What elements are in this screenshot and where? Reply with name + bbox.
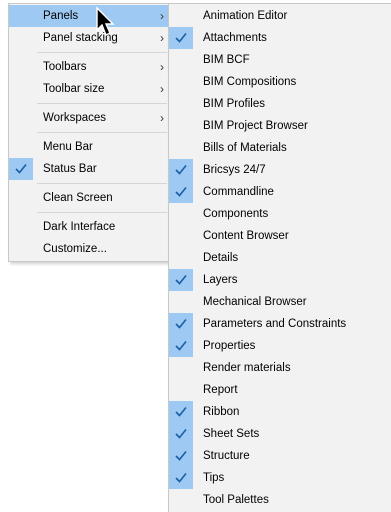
check-icon xyxy=(169,313,193,335)
panel-item-ribbon[interactable]: Ribbon xyxy=(169,401,391,423)
check-icon xyxy=(169,401,193,423)
panel-item-bricsys-24-7[interactable]: Bricsys 24/7 xyxy=(169,159,391,181)
menu-item-label: Render materials xyxy=(203,362,291,374)
menu-separator xyxy=(37,52,167,53)
menu-item-label: Properties xyxy=(203,340,256,352)
menu-item-status-bar[interactable]: Status Bar xyxy=(9,158,168,180)
menu-item-panel-stacking[interactable]: Panel stacking › xyxy=(9,27,168,49)
check-icon xyxy=(169,27,193,49)
panel-item-render-materials[interactable]: Render materials xyxy=(169,357,391,379)
menu-item-label: Details xyxy=(203,252,239,264)
panel-item-commandline[interactable]: Commandline xyxy=(169,181,391,203)
menu-item-label: Attachments xyxy=(203,32,267,44)
panel-item-bim-project-browser[interactable]: BIM Project Browser xyxy=(169,115,391,137)
menu-item-label: Ribbon xyxy=(203,406,240,418)
check-icon xyxy=(9,158,33,180)
menu-item-label: BIM Project Browser xyxy=(203,120,308,132)
menu-item-label: BIM Compositions xyxy=(203,76,297,88)
menu-item-label: Content Browser xyxy=(203,230,289,242)
panel-item-bim-profiles[interactable]: BIM Profiles xyxy=(169,93,391,115)
menu-item-label: Layers xyxy=(203,274,238,286)
menu-item-label: Toolbars xyxy=(43,61,87,73)
panel-item-content-browser[interactable]: Content Browser xyxy=(169,225,391,247)
menu-item-label: Mechanical Browser xyxy=(203,296,307,308)
menu-item-workspaces[interactable]: Workspaces › xyxy=(9,107,168,129)
menu-item-menu-bar[interactable]: Menu Bar xyxy=(9,136,168,158)
check-icon xyxy=(169,269,193,291)
check-icon xyxy=(169,423,193,445)
menu-separator xyxy=(37,132,167,133)
menu-item-toolbar-size[interactable]: Toolbar size › xyxy=(9,78,168,100)
panel-item-bills-of-materials[interactable]: Bills of Materials xyxy=(169,137,391,159)
menu-separator xyxy=(37,103,167,104)
menu-item-label: BIM BCF xyxy=(203,54,250,66)
panel-item-properties[interactable]: Properties xyxy=(169,335,391,357)
menu-item-label: Sheet Sets xyxy=(203,428,260,440)
menu-item-label: Bricsys 24/7 xyxy=(203,164,266,176)
menu-item-label: Tips xyxy=(203,472,225,484)
panel-item-bim-bcf[interactable]: BIM BCF xyxy=(169,49,391,71)
check-icon xyxy=(169,335,193,357)
view-context-menu: Panels › Panel stacking › Toolbars › Toolbar s… xyxy=(8,3,169,262)
panels-submenu: Animation Editor Attachments BIM BCF BIM Co… xyxy=(168,3,391,512)
menu-item-label: Parameters and Constraints xyxy=(203,318,347,330)
panel-item-layers[interactable]: Layers xyxy=(169,269,391,291)
chevron-right-icon: › xyxy=(160,31,164,45)
menu-item-label: Animation Editor xyxy=(203,10,288,22)
menu-item-label: Clean Screen xyxy=(43,192,113,204)
panel-item-report[interactable]: Report xyxy=(169,379,391,401)
chevron-right-icon: › xyxy=(160,82,164,96)
check-icon xyxy=(169,467,193,489)
menu-item-clean-screen[interactable]: Clean Screen xyxy=(9,187,168,209)
menu-item-label: BIM Profiles xyxy=(203,98,265,110)
menu-item-label: Customize... xyxy=(43,243,107,255)
menu-item-label: Panels xyxy=(43,10,79,22)
panel-item-components[interactable]: Components xyxy=(169,203,391,225)
menu-item-label: Dark Interface xyxy=(43,221,116,233)
menu-item-customize[interactable]: Customize... xyxy=(9,238,168,260)
chevron-right-icon: › xyxy=(160,111,164,125)
menu-item-label: Panel stacking xyxy=(43,32,118,44)
check-icon xyxy=(169,445,193,467)
menu-item-dark-interface[interactable]: Dark Interface xyxy=(9,216,168,238)
panel-item-animation-editor[interactable]: Animation Editor xyxy=(169,5,391,27)
panel-item-tips[interactable]: Tips xyxy=(169,467,391,489)
menu-item-label: Workspaces xyxy=(43,112,107,124)
menu-separator xyxy=(37,183,167,184)
panel-item-mechanical-browser[interactable]: Mechanical Browser xyxy=(169,291,391,313)
menu-item-label: Menu Bar xyxy=(43,141,93,153)
check-icon xyxy=(169,159,193,181)
menu-item-label: Tool Palettes xyxy=(203,494,269,506)
panel-item-attachments[interactable]: Attachments xyxy=(169,27,391,49)
chevron-right-icon: › xyxy=(160,60,164,74)
menu-item-toolbars[interactable]: Toolbars › xyxy=(9,56,168,78)
chevron-right-icon: › xyxy=(160,9,164,23)
menu-item-label: Status Bar xyxy=(43,163,97,175)
menu-item-panels[interactable]: Panels › xyxy=(9,5,168,27)
panel-item-bim-compositions[interactable]: BIM Compositions xyxy=(169,71,391,93)
panel-item-structure[interactable]: Structure xyxy=(169,445,391,467)
panel-item-details[interactable]: Details xyxy=(169,247,391,269)
menu-item-label: Bills of Materials xyxy=(203,142,287,154)
panel-item-sheet-sets[interactable]: Sheet Sets xyxy=(169,423,391,445)
panel-item-tool-palettes[interactable]: Tool Palettes xyxy=(169,489,391,511)
menu-item-label: Commandline xyxy=(203,186,274,198)
panel-item-parameters-and-constraints[interactable]: Parameters and Constraints xyxy=(169,313,391,335)
menu-item-label: Report xyxy=(203,384,238,396)
check-icon xyxy=(169,181,193,203)
menu-item-label: Components xyxy=(203,208,269,220)
menu-item-label: Toolbar size xyxy=(43,83,105,95)
menu-separator xyxy=(37,212,167,213)
menu-item-label: Structure xyxy=(203,450,250,462)
